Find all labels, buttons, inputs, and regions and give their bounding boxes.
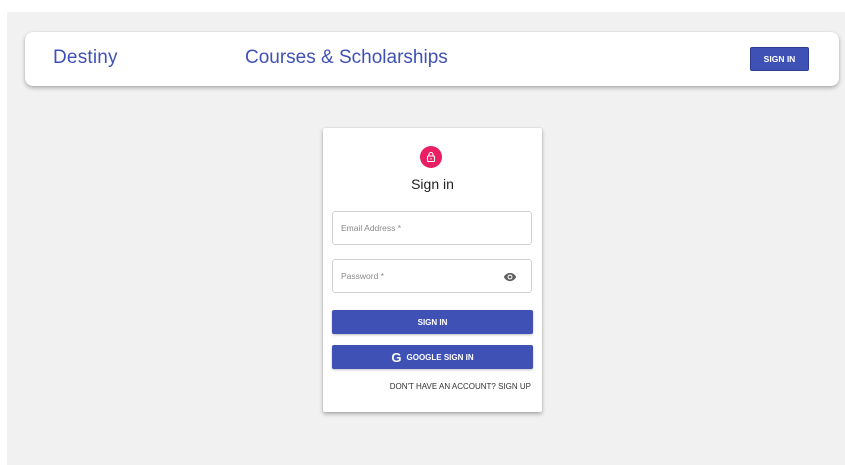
nav-title[interactable]: Courses & Scholarships [245, 47, 448, 69]
nav-signin-button[interactable]: SIGN IN [750, 47, 809, 71]
signup-link[interactable]: DON'T HAVE AN ACCOUNT? SIGN UP [390, 382, 531, 391]
password-field[interactable]: Password * [332, 259, 532, 293]
signin-button[interactable]: SIGN IN [332, 310, 533, 334]
eye-icon[interactable] [503, 270, 517, 284]
email-field[interactable]: Email Address * [332, 211, 532, 245]
brand-logo-text[interactable]: Destiny [53, 47, 118, 69]
page-title: Sign in [411, 176, 454, 192]
google-signin-label: GOOGLE SIGN IN [406, 352, 474, 362]
email-field-label: Email Address * [341, 223, 401, 233]
lock-icon [426, 151, 436, 163]
google-signin-button[interactable]: G GOOGLE SIGN IN [332, 345, 533, 369]
google-icon: G [391, 349, 402, 365]
avatar [420, 146, 442, 168]
signin-card: Sign in Email Address * Password * SIGN … [323, 128, 542, 412]
top-navbar: Destiny Courses & Scholarships SIGN IN [25, 32, 839, 86]
password-field-label: Password * [341, 271, 384, 281]
